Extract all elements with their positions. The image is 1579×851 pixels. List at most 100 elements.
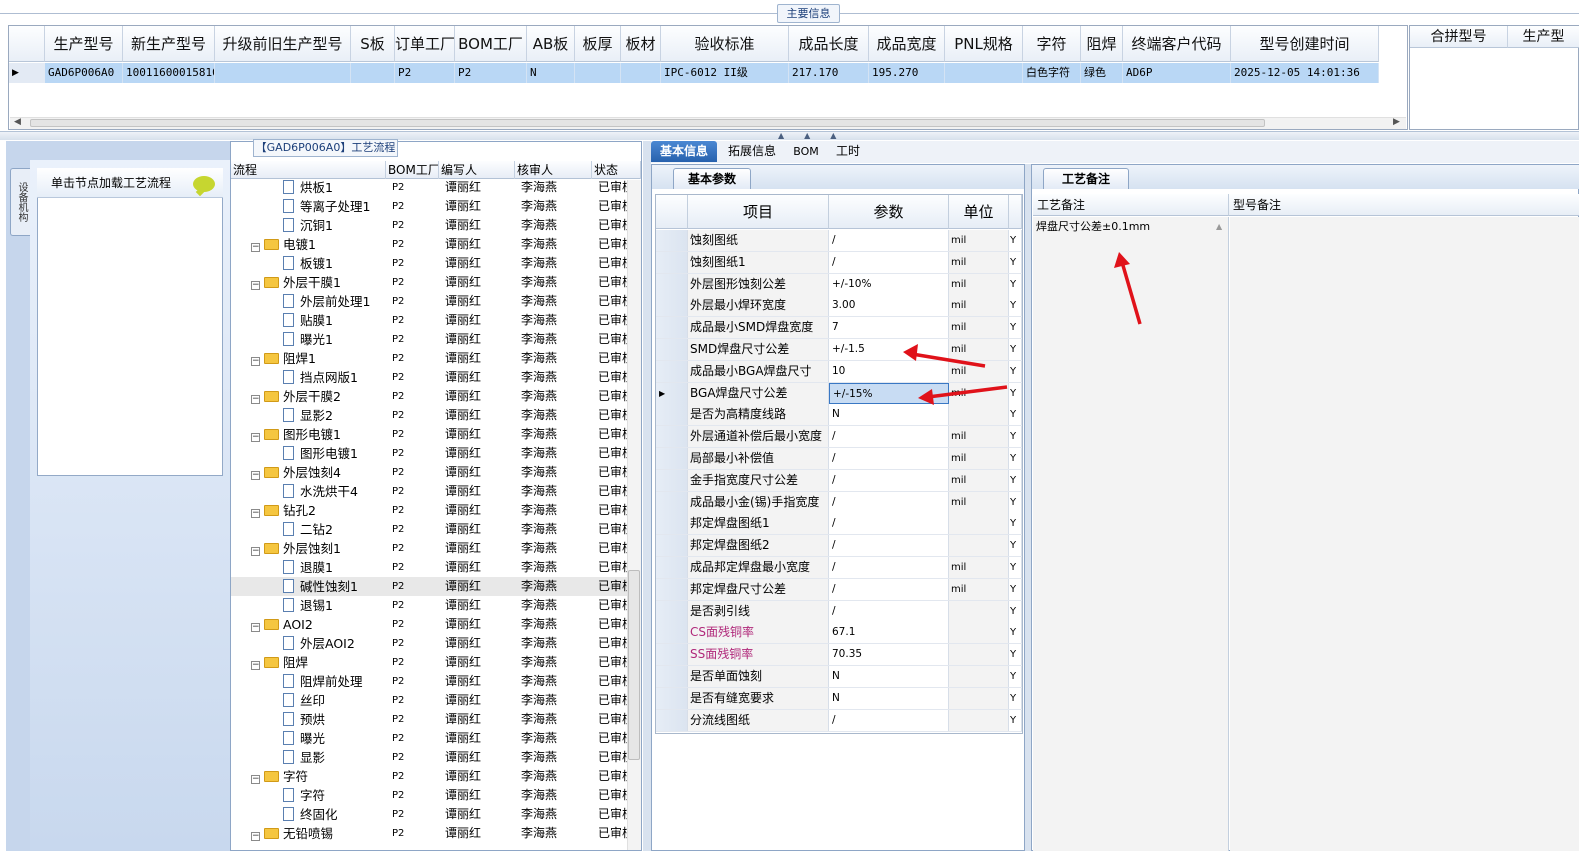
- tree-row[interactable]: − 外层蚀刻1 P2 谭丽红 李海燕 已审核: [231, 539, 627, 558]
- tree-row[interactable]: 外层AOI2 P2 谭丽红 李海燕 已审核: [231, 634, 627, 653]
- col-header[interactable]: 生产型: [1508, 26, 1579, 48]
- tree-row[interactable]: 二钻2 P2 谭丽红 李海燕 已审核: [231, 520, 627, 539]
- col-header[interactable]: 板材: [621, 26, 661, 62]
- collapse-icon[interactable]: −: [251, 433, 260, 442]
- col-auditor[interactable]: 核审人: [515, 161, 592, 179]
- grid-cell[interactable]: [351, 63, 395, 83]
- process-flow-scroll-thumb[interactable]: [628, 570, 640, 760]
- param-value[interactable]: N: [829, 666, 949, 687]
- grid-cell[interactable]: 195.270: [869, 63, 945, 83]
- tree-row[interactable]: − 外层干膜2 P2 谭丽红 李海燕 已审核: [231, 387, 627, 406]
- param-value[interactable]: /: [829, 535, 949, 557]
- col-unit[interactable]: 单位: [949, 195, 1009, 229]
- param-row[interactable]: 成品最小金(锡)手指宽度 / mil Y: [656, 491, 1022, 514]
- grid-cell[interactable]: P2: [395, 63, 455, 83]
- param-value[interactable]: 67.1: [829, 622, 949, 644]
- collapse-icon[interactable]: −: [251, 832, 260, 841]
- param-value[interactable]: /: [829, 709, 949, 731]
- remarks-scroll-up-icon[interactable]: ▲: [1216, 222, 1226, 232]
- param-row[interactable]: 外层图形蚀刻公差 +/-10% mil Y: [656, 273, 1022, 296]
- col-header[interactable]: 新生产型号: [123, 26, 215, 62]
- tree-row[interactable]: − 图形电镀1 P2 谭丽红 李海燕 已审核: [231, 425, 627, 444]
- param-row[interactable]: 是否单面蚀刻 N Y: [656, 666, 1022, 688]
- param-value[interactable]: /: [829, 448, 949, 469]
- tree-row[interactable]: 沉铜1 P2 谭丽红 李海燕 已审核: [231, 216, 627, 235]
- param-row[interactable]: 成品最小BGA焊盘尺寸 10 mil Y: [656, 360, 1022, 383]
- param-value[interactable]: 70.35: [829, 644, 949, 666]
- grid-cell[interactable]: 10011600015810: [123, 63, 215, 83]
- tree-row[interactable]: 终固化 P2 谭丽红 李海燕 已审核: [231, 805, 627, 824]
- tree-row[interactable]: 预烘 P2 谭丽红 李海燕 已审核: [231, 710, 627, 729]
- collapse-icon[interactable]: −: [251, 547, 260, 556]
- param-value[interactable]: /: [829, 513, 949, 535]
- tree-row[interactable]: 碱性蚀刻1 P2 谭丽红 李海燕 已审核: [231, 577, 627, 596]
- splitter-grip-icon[interactable]: ▲▲▲: [778, 131, 856, 140]
- tab-basic-info[interactable]: 基本信息: [651, 141, 717, 162]
- col-header[interactable]: 终端客户代码: [1123, 26, 1231, 62]
- col-writer[interactable]: 编写人: [439, 161, 515, 179]
- param-row[interactable]: ▶ BGA焊盘尺寸公差 +/-15% mil Y: [656, 382, 1022, 405]
- param-value[interactable]: /: [829, 426, 949, 448]
- col-header[interactable]: 成品长度: [789, 26, 869, 62]
- tree-row[interactable]: 外层前处理1 P2 谭丽红 李海燕 已审核: [231, 292, 627, 311]
- param-row[interactable]: CS面残铜率 67.1 Y: [656, 622, 1022, 645]
- tree-row[interactable]: 水洗烘干4 P2 谭丽红 李海燕 已审核: [231, 482, 627, 501]
- tree-row[interactable]: − 外层蚀刻4 P2 谭丽红 李海燕 已审核: [231, 463, 627, 482]
- grid-cell[interactable]: [575, 63, 621, 83]
- param-value[interactable]: 10: [829, 360, 949, 382]
- param-value[interactable]: +/-15%: [829, 382, 949, 404]
- tree-row[interactable]: 退锡1 P2 谭丽红 李海燕 已审核: [231, 596, 627, 615]
- tree-row[interactable]: − 阻焊1 P2 谭丽红 李海燕 已审核: [231, 349, 627, 368]
- param-row[interactable]: 是否有缝宽要求 N Y: [656, 687, 1022, 710]
- device-structure-tab[interactable]: 设备机构: [10, 168, 30, 236]
- tree-row[interactable]: − 阻焊 P2 谭丽红 李海燕 已审核: [231, 653, 627, 672]
- grid-cell[interactable]: [621, 63, 661, 83]
- scroll-left-arrow-icon[interactable]: ◀: [14, 117, 21, 127]
- tree-row[interactable]: − 外层干膜1 P2 谭丽红 李海燕 已审核: [231, 273, 627, 292]
- col-param[interactable]: 参数: [829, 195, 949, 229]
- col-header[interactable]: 阻焊: [1081, 26, 1123, 62]
- col-header[interactable]: 成品宽度: [869, 26, 945, 62]
- param-value[interactable]: /: [829, 469, 949, 491]
- tree-row[interactable]: 曝光1 P2 谭丽红 李海燕 已审核: [231, 330, 627, 349]
- param-row[interactable]: 邦定焊盘图纸2/ Y: [656, 535, 1022, 558]
- collapse-icon[interactable]: −: [251, 281, 260, 290]
- tree-row[interactable]: − 无铅喷锡 P2 谭丽红 李海燕 已审核: [231, 824, 627, 843]
- collapse-icon[interactable]: −: [251, 661, 260, 670]
- tab-bom[interactable]: BOM: [788, 141, 824, 162]
- collapse-icon[interactable]: −: [251, 243, 260, 252]
- param-row[interactable]: 分流线图纸 / Y: [656, 709, 1022, 732]
- collapse-icon[interactable]: −: [251, 471, 260, 480]
- vertical-splitter-left[interactable]: [643, 141, 651, 851]
- grid-cell[interactable]: 2025-12-05 14:01:36: [1231, 63, 1379, 83]
- col-header[interactable]: 合拼型号: [1410, 26, 1508, 48]
- param-value[interactable]: N: [829, 687, 949, 709]
- param-row[interactable]: 蚀刻图纸1/mil Y: [656, 251, 1022, 274]
- collapse-icon[interactable]: −: [251, 357, 260, 366]
- param-value[interactable]: 3.00: [829, 295, 949, 317]
- param-row[interactable]: 是否剥引线 / Y: [656, 600, 1022, 623]
- model-grid-scroll-thumb[interactable]: [30, 119, 1265, 127]
- grid-cell[interactable]: AD6P: [1123, 63, 1231, 83]
- param-value[interactable]: N: [829, 404, 949, 426]
- col-header[interactable]: 订单工厂: [395, 26, 455, 62]
- grid-cell[interactable]: [945, 63, 1023, 83]
- col-header[interactable]: 验收标准: [661, 26, 789, 62]
- grid-cell[interactable]: GAD6P006A0: [45, 63, 123, 83]
- param-value[interactable]: /: [829, 230, 949, 251]
- grid-cell[interactable]: 白色字符: [1023, 63, 1081, 83]
- tree-row[interactable]: 挡点网版1 P2 谭丽红 李海燕 已审核: [231, 368, 627, 387]
- tree-row[interactable]: − 电镀1 P2 谭丽红 李海燕 已审核: [231, 235, 627, 254]
- param-value[interactable]: 7: [829, 317, 949, 339]
- param-row[interactable]: SMD焊盘尺寸公差 +/-1.5 mil Y: [656, 339, 1022, 361]
- tab-process-remarks[interactable]: 工艺备注: [1043, 168, 1129, 189]
- col-header[interactable]: 生产型号: [45, 26, 123, 62]
- grid-cell[interactable]: N: [527, 63, 575, 83]
- grid-cell[interactable]: 217.170: [789, 63, 869, 83]
- tab-work-hours[interactable]: 工时: [830, 141, 866, 162]
- col-status[interactable]: 状态: [592, 161, 641, 179]
- param-value[interactable]: /: [829, 491, 949, 513]
- param-row[interactable]: SS面残铜率 70.35 Y: [656, 644, 1022, 667]
- tree-row[interactable]: − 钻孔2 P2 谭丽红 李海燕 已审核: [231, 501, 627, 520]
- collapse-icon[interactable]: −: [251, 623, 260, 632]
